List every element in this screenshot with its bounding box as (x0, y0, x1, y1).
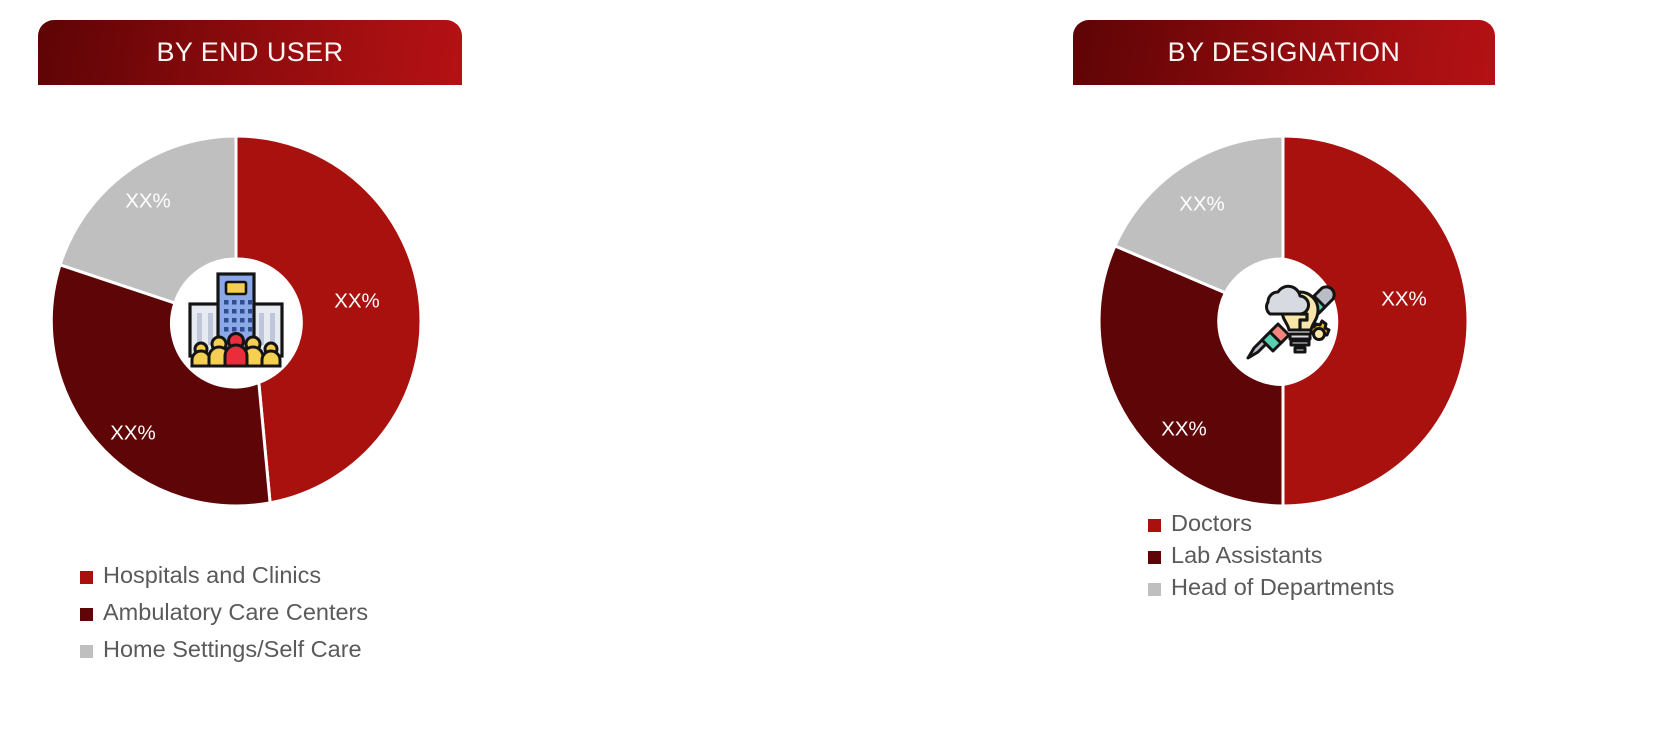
panel-by-end-user: BY END USER XX% XX% XX% Hospitals and Cl… (0, 0, 520, 733)
legend-row: Hospitals and Clinics (80, 562, 500, 589)
legend-item-label: Home Settings/Self Care (103, 636, 362, 663)
legend-row: Ambulatory Care Centers (80, 599, 500, 626)
legend-item-ambulatory-care-centers[interactable]: Ambulatory Care Centers (80, 599, 368, 626)
legend-item-label: Hospitals and Clinics (103, 562, 322, 588)
legend-item-label: Ambulatory Care Centers (103, 599, 369, 626)
legend-row: Home Settings/Self Care (80, 636, 500, 663)
slice-label-home-settings-self-care: XX% (125, 189, 171, 212)
hospital-building-icon-svg (188, 272, 284, 368)
panel-by-region: BY REGION XX% XX% XX% XX% (1040, 0, 1668, 733)
panel-by-designation: BY DESIGNATION XX% XX% XX% Doctors Lab A… (520, 0, 1495, 733)
legend-by-end-user: Hospitals and Clinics Ambulatory Care Ce… (80, 562, 500, 673)
legend-item-home-settings-self-care[interactable]: Home Settings/Self Care (80, 636, 362, 663)
legend-swatch-icon (80, 571, 93, 584)
hospital-building-icon (188, 268, 284, 368)
legend-item-hospitals-and-clinics[interactable]: Hospitals and Clinics (80, 562, 321, 589)
infographic-board: BY END USER XX% XX% XX% Hospitals and Cl… (0, 0, 1668, 733)
slice-label-hospitals-and-clinics: XX% (334, 289, 380, 312)
legend-swatch-icon (80, 645, 93, 659)
panel-header-by-end-user: BY END USER (38, 20, 462, 85)
legend-swatch-icon (80, 608, 93, 622)
panel-title: BY END USER (156, 37, 344, 67)
slice-label-ambulatory-care-centers: XX% (110, 421, 156, 444)
